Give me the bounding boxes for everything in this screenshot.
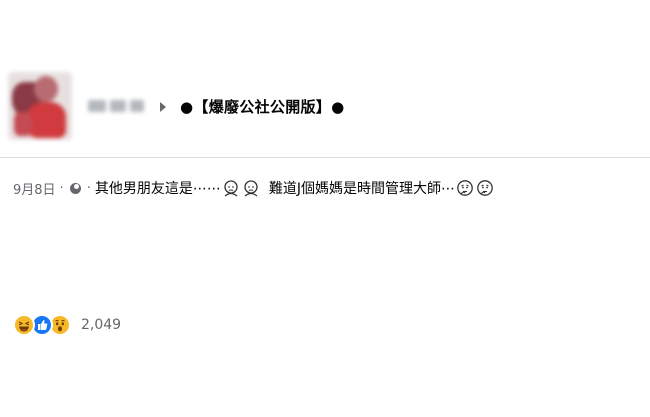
meta-separator: · [86, 180, 91, 196]
post-text-part1: 其他男朋友這是⋯⋯ [94, 181, 221, 197]
post-meta-line: 9月8日 · · 其他男朋友這是⋯⋯ 難道J個媽媽是時間管理大師⋯ [13, 178, 495, 198]
post-text-part2: 難道J個媽媽是時間管理大師⋯ [268, 181, 455, 197]
author-name-blurred[interactable] [88, 97, 150, 113]
thinking-face-icon [477, 180, 493, 196]
reactions-bar[interactable]: 2,049 [13, 313, 121, 337]
post-header: ●【爆廢公社公開版】● [0, 72, 650, 148]
caret-right-icon [160, 102, 166, 112]
reaction-count[interactable]: 2,049 [81, 317, 121, 333]
meta-separator: · [59, 180, 64, 196]
post-date[interactable]: 9月8日 [13, 179, 56, 198]
pensive-face-icon [224, 180, 238, 197]
pensive-face-icon [244, 180, 258, 197]
group-name-link[interactable]: ●【爆廢公社公開版】● [180, 96, 344, 117]
divider [0, 157, 650, 158]
post-card: ●【爆廢公社公開版】● 9月8日 · · 其他男朋友這是⋯⋯ 難道J個媽媽是時間… [0, 0, 650, 417]
globe-icon [69, 182, 81, 194]
avatar[interactable] [8, 72, 72, 140]
haha-reaction-icon [13, 314, 35, 336]
thinking-face-icon [457, 180, 473, 196]
